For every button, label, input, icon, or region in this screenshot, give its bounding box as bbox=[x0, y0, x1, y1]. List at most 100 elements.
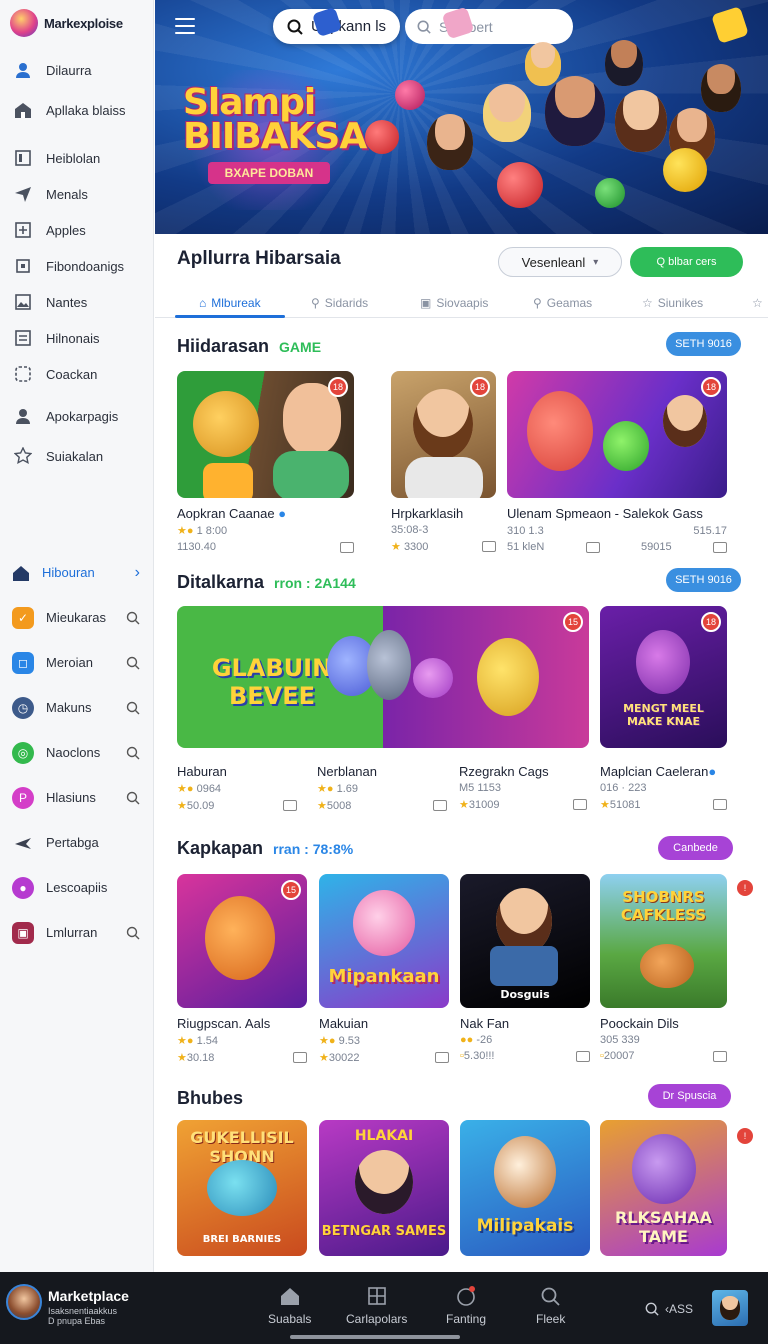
game-card[interactable]: 15 Riugpscan. Aals ★● 1.54 ★30.18 bbox=[177, 874, 307, 1064]
section-pill-button[interactable]: Dr Spuscia bbox=[648, 1084, 731, 1108]
game-card[interactable]: Milipakais bbox=[460, 1120, 590, 1256]
sidebar-item-suiakalan[interactable]: Suiakalan bbox=[0, 438, 153, 474]
plane-icon bbox=[12, 834, 34, 852]
search-icon[interactable] bbox=[126, 746, 140, 760]
search-icon[interactable] bbox=[126, 611, 140, 625]
add-to-library-icon[interactable] bbox=[712, 541, 727, 553]
featured-banner-card[interactable]: GLABUIN BEVEE 15 bbox=[177, 606, 589, 748]
sidebar-item-hibouran[interactable]: Hibouran › bbox=[0, 550, 154, 595]
add-to-library-icon[interactable] bbox=[713, 1050, 727, 1062]
sidebar-item-menals[interactable]: Menals bbox=[0, 176, 153, 212]
sidebar-item-meroian[interactable]: ◻ Meroian bbox=[0, 640, 154, 685]
add-to-library-icon[interactable] bbox=[713, 799, 727, 810]
dice-icon bbox=[14, 365, 32, 383]
sidebar-item-coackan[interactable]: Coackan bbox=[0, 356, 153, 392]
star-icon bbox=[14, 447, 32, 465]
home-icon bbox=[280, 1288, 299, 1305]
game-thumbnail: Milipakais bbox=[460, 1120, 590, 1256]
menu-icon[interactable] bbox=[175, 18, 195, 34]
sidebar-item-makuns[interactable]: ◷ Makuns bbox=[0, 685, 154, 730]
search-icon[interactable] bbox=[126, 656, 140, 670]
sidebar-item-nantes[interactable]: Nantes bbox=[0, 284, 153, 320]
game-card-info[interactable]: Rzegrakn Cags M5 1153 ★31009 bbox=[459, 756, 587, 811]
game-card[interactable]: SHOBNRS CAFKLESS Poockain Dils 305 339 ▫… bbox=[600, 874, 727, 1062]
sidebar-item-lmlurran[interactable]: ▣ Lmlurran bbox=[0, 910, 154, 955]
section-title: Kapkapan rran : 78:8% bbox=[177, 838, 353, 859]
game-meta: ★● 1 8:00 bbox=[177, 525, 228, 537]
bottom-nav-label: Carlapolars bbox=[346, 1312, 408, 1326]
search-icon[interactable] bbox=[126, 926, 140, 940]
sidebar-item-label: Apples bbox=[46, 222, 86, 238]
sidebar-item-pertabga[interactable]: Pertabga bbox=[0, 820, 154, 865]
section-pill-button[interactable]: SETH 9016 bbox=[666, 332, 741, 356]
add-to-library-icon[interactable] bbox=[435, 1052, 449, 1063]
brand[interactable]: Markexploise bbox=[0, 0, 153, 46]
game-card[interactable]: HLAKAI BETNGAR SAMES bbox=[319, 1120, 449, 1256]
add-to-library-icon[interactable] bbox=[293, 1052, 307, 1063]
add-to-library-icon[interactable] bbox=[576, 1050, 590, 1062]
sort-select[interactable]: Vesenleanl ▾ bbox=[498, 247, 622, 277]
add-to-library-icon[interactable] bbox=[340, 541, 354, 553]
sidebar-item-apllaka[interactable]: Apllaka blaiss bbox=[0, 92, 153, 128]
bottom-nav-carlapolars[interactable]: Carlapolars bbox=[346, 1286, 407, 1326]
game-card[interactable]: GUKELLISIL SHONN BREI BARNIES bbox=[177, 1120, 307, 1256]
search-icon bbox=[417, 20, 431, 34]
search-input[interactable]: Seruoert bbox=[405, 9, 573, 44]
tab-siovaapis[interactable]: ▣ Siovaapis bbox=[420, 290, 488, 316]
sidebar-item-dilaurra[interactable]: Dilaurra bbox=[0, 52, 153, 88]
sidebar-item-hilnonais[interactable]: Hilnonais bbox=[0, 320, 153, 356]
sidebar-item-label: Meroian bbox=[46, 655, 93, 670]
add-to-library-icon[interactable] bbox=[433, 800, 447, 811]
tab-sidarids[interactable]: ⚲ Sidarids bbox=[311, 290, 368, 316]
sidebar-item-label: Apllaka blaiss bbox=[46, 102, 126, 118]
bottom-nav-fanting[interactable]: Fanting bbox=[446, 1286, 486, 1326]
section-subtitle: rron : 2A144 bbox=[274, 575, 356, 591]
add-to-library-icon[interactable] bbox=[573, 799, 587, 810]
sidebar-item-apokarpagis[interactable]: Apokarpagis bbox=[0, 398, 153, 434]
alert-icon: ! bbox=[737, 1128, 753, 1144]
search-icon[interactable] bbox=[126, 791, 140, 805]
main-content: Apllurra Hibarsaia Vesenleanl ▾ Q blbar … bbox=[155, 234, 768, 1272]
game-stats: ★30022 bbox=[319, 1051, 449, 1064]
game-card[interactable]: MENGT MEEL MAKE KNAE 18 bbox=[600, 606, 727, 748]
sidebar-item-hlasiuns[interactable]: P Hlasiuns bbox=[0, 775, 154, 820]
game-stats: ★30.18 bbox=[177, 1051, 307, 1064]
game-card[interactable]: RLKSAHAA TAME bbox=[600, 1120, 727, 1256]
game-card[interactable]: 18 Aopkran Caanae ● ★● 1 8:00 1130.40 bbox=[177, 371, 354, 553]
bottom-nav-fleek[interactable]: Fleek bbox=[536, 1286, 565, 1326]
sidebar-item-lescoapiis[interactable]: ● Lescoapiis bbox=[0, 865, 154, 910]
game-meta: 310 1.3 515.17 bbox=[507, 525, 727, 537]
tab-geamas[interactable]: ⚲ Geamas bbox=[533, 290, 592, 316]
bottom-nav-suabals[interactable]: Suabals bbox=[268, 1286, 311, 1326]
primary-action-button[interactable]: Q blbar cers bbox=[630, 247, 743, 277]
game-card[interactable]: Mipankaan Makuian ★● 9.53 ★30022 bbox=[319, 874, 449, 1064]
bottom-bar-search[interactable]: ‹ASS bbox=[645, 1302, 693, 1316]
game-card-info[interactable]: Maplcian Caeleran● 016 · 223 ★51081 bbox=[600, 756, 727, 811]
tab-mlbureak[interactable]: ⌂ Mlbureak bbox=[199, 290, 261, 316]
sidebar-item-heiblolan[interactable]: Heiblolan bbox=[0, 140, 153, 176]
sidebar-item-apples[interactable]: Apples bbox=[0, 212, 153, 248]
thumbnail-subtitle: BREI BARNIES bbox=[202, 1234, 282, 1245]
profile-avatar[interactable] bbox=[712, 1290, 748, 1326]
more-tabs-icon[interactable]: ☆ bbox=[752, 290, 763, 316]
sidebar-item-mieukaras[interactable]: ✓ Mieukaras bbox=[0, 595, 154, 640]
avatar[interactable] bbox=[6, 1284, 42, 1320]
add-to-library-icon[interactable] bbox=[482, 541, 496, 552]
section-pill-button[interactable]: SETH 9016 bbox=[666, 568, 741, 592]
game-card-info[interactable]: Haburan ★● 0964 ★50.09 bbox=[177, 756, 297, 812]
clock-icon: ◷ bbox=[12, 696, 34, 719]
game-card[interactable]: 18 Hrpkarklasih 35:08-3 ★ 3300 bbox=[391, 371, 496, 553]
game-thumbnail: 18 bbox=[507, 371, 727, 498]
game-thumbnail: MENGT MEEL MAKE KNAE 18 bbox=[600, 606, 727, 748]
game-card[interactable]: Dosguis Nak Fan ●● -26 ▫5.30!!! bbox=[460, 874, 590, 1062]
game-card-info[interactable]: Nerblanan ★● 1.69 ★5008 bbox=[317, 756, 447, 812]
add-to-library-icon[interactable] bbox=[283, 800, 297, 811]
tab-siunikes[interactable]: ☆ Siunikes bbox=[642, 290, 703, 316]
hero-banner[interactable]: Uapkann ls Seruoert Slampi BIIBAKSA BXAP… bbox=[155, 0, 768, 234]
section-pill-button[interactable]: Canbede bbox=[658, 836, 733, 860]
sidebar-item-fibondoanigs[interactable]: Fibondoanigs bbox=[0, 248, 153, 284]
add-to-library-icon[interactable] bbox=[585, 541, 600, 553]
search-icon[interactable] bbox=[126, 701, 140, 715]
game-card[interactable]: 18 Ulenam Spmeaon - Salekok Gass 310 1.3… bbox=[507, 371, 727, 553]
sidebar-item-naoclons[interactable]: ◎ Naoclons bbox=[0, 730, 154, 775]
